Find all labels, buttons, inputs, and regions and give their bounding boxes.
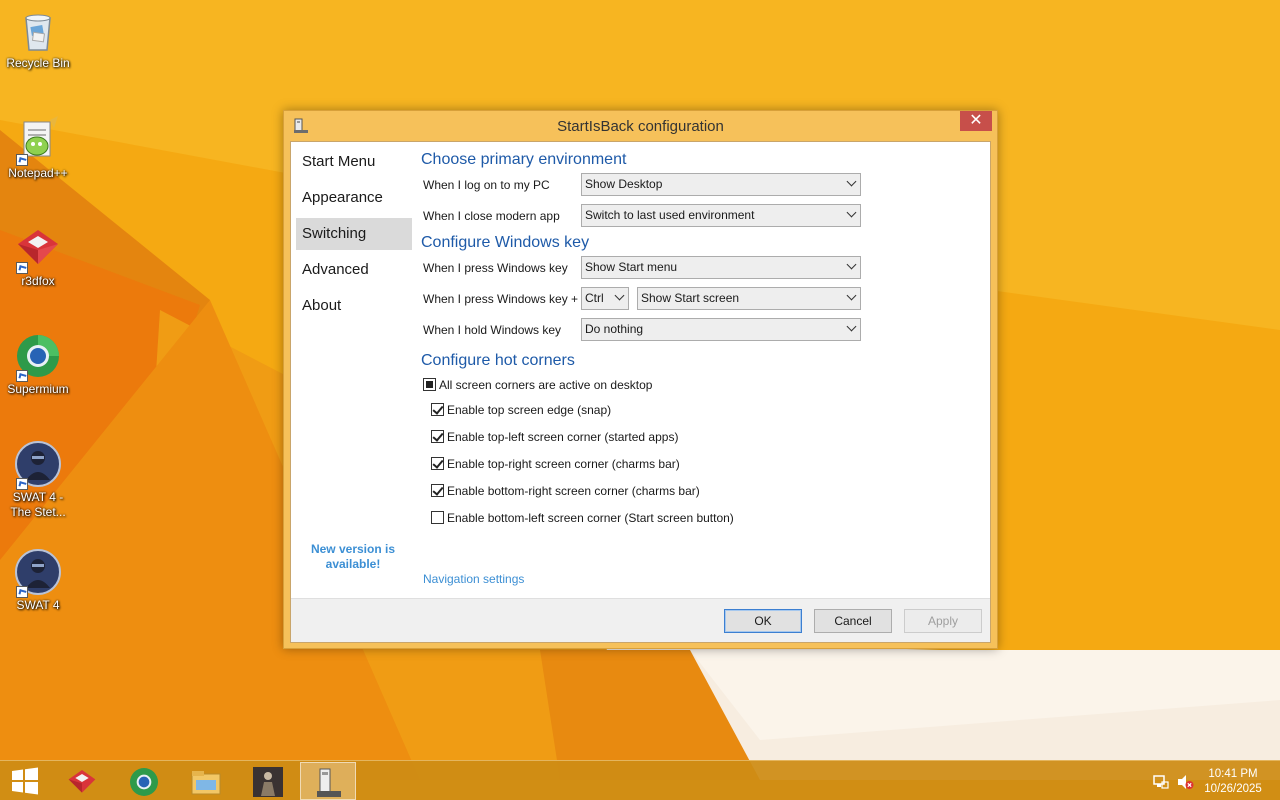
start-button[interactable]: [0, 761, 50, 800]
chevron-down-icon: [846, 259, 857, 270]
apply-button[interactable]: Apply: [904, 609, 982, 633]
press-windows-key-label: When I press Windows key: [423, 261, 568, 275]
desktop-icon-recycle-bin[interactable]: Recycle Bin: [2, 6, 74, 71]
close-icon: ✕: [969, 112, 983, 129]
shortcut-arrow-icon: [16, 586, 28, 598]
notepadpp-icon: [14, 116, 62, 166]
checkbox-label: Enable top screen edge (snap): [447, 403, 612, 417]
taskbar-file-explorer-button[interactable]: [178, 762, 234, 800]
clock-time: 10:41 PM: [1208, 768, 1258, 780]
combo-value: Show Desktop: [585, 177, 663, 191]
taskbar-r3dfox-button[interactable]: [54, 762, 110, 800]
combo-value: Show Start screen: [641, 291, 740, 305]
desktop-icon-label: Notepad++: [8, 166, 68, 180]
top-right-corner-checkbox[interactable]: [431, 457, 444, 470]
logon-environment-select[interactable]: Show Desktop: [581, 173, 861, 196]
press-windows-key-select[interactable]: Show Start menu: [581, 256, 861, 279]
close-button[interactable]: ✕: [960, 111, 992, 131]
desktop-icon-label: SWAT 4: [16, 598, 60, 612]
dialog-button-bar: OK Cancel Apply: [291, 598, 990, 642]
hold-windows-key-select[interactable]: Do nothing: [581, 318, 861, 341]
desktop-icon-label: Supermium: [7, 382, 69, 396]
file-explorer-icon: [191, 771, 221, 795]
bottom-right-corner-checkbox[interactable]: [431, 484, 444, 497]
swat4-icon: [14, 548, 62, 598]
bottom-left-corner-checkbox[interactable]: [431, 511, 444, 524]
supermium-icon: [14, 332, 62, 382]
taskbar-supermium-button[interactable]: [116, 762, 172, 800]
nav-item-start-menu[interactable]: Start Menu: [296, 146, 412, 178]
chevron-down-icon: [846, 207, 857, 218]
close-modern-app-select[interactable]: Switch to last used environment: [581, 204, 861, 227]
desktop-icon-swat4-stetchkov[interactable]: SWAT 4 - The Stet...: [2, 440, 74, 520]
shortcut-arrow-icon: [16, 154, 28, 166]
swat4-stetchkov-icon: [14, 440, 62, 490]
combo-value: Do nothing: [585, 322, 644, 336]
ok-button[interactable]: OK: [724, 609, 802, 633]
combo-value: Switch to last used environment: [585, 208, 755, 222]
hold-windows-key-label: When I hold Windows key: [423, 323, 562, 337]
chevron-down-icon: [846, 321, 857, 332]
checkbox-label: All screen corners are active on desktop: [439, 378, 653, 392]
chevron-down-icon: [846, 176, 857, 187]
modifier-key-select[interactable]: Ctrl: [581, 287, 629, 310]
start-icon: [12, 767, 38, 795]
nav-item-switching[interactable]: Switching: [296, 218, 412, 250]
desktop-icon-label: r3dfox: [21, 274, 55, 288]
logon-label: When I log on to my PC: [423, 178, 550, 192]
desktop-icon-supermium[interactable]: Supermium: [2, 332, 74, 397]
top-left-corner-checkbox[interactable]: [431, 430, 444, 443]
network-icon[interactable]: [1152, 773, 1170, 791]
taskbar-swat4-button[interactable]: [240, 762, 296, 800]
window-title: StartIsBack configuration: [557, 118, 724, 135]
checkbox-label: Enable bottom-left screen corner (Start …: [447, 511, 734, 525]
title-bar[interactable]: StartIsBack configuration ✕: [284, 111, 997, 141]
nav-item-advanced[interactable]: Advanced: [296, 254, 412, 286]
shortcut-arrow-icon: [16, 478, 28, 490]
section-heading-primary-environment: Choose primary environment: [421, 151, 627, 168]
recycle-bin-icon: [14, 6, 62, 54]
shortcut-arrow-icon: [16, 262, 28, 274]
checkbox-label: Enable top-left screen corner (started a…: [447, 430, 679, 444]
combo-value: Ctrl: [585, 291, 604, 305]
chevron-down-icon: [614, 290, 625, 301]
desktop-icon-r3dfox[interactable]: r3dfox: [2, 224, 74, 289]
top-edge-checkbox[interactable]: [431, 403, 444, 416]
startisback-config-window: StartIsBack configuration ✕ Start Menu A…: [283, 110, 998, 649]
r3dfox-icon: [14, 224, 62, 274]
press-windows-key-combo-label: When I press Windows key +: [423, 292, 579, 306]
clock-date: 10/26/2025: [1204, 783, 1262, 795]
swat4-icon: [253, 767, 283, 797]
r3dfox-icon: [68, 770, 96, 793]
desktop-icon-notepadpp[interactable]: Notepad++: [2, 116, 74, 181]
desktop-icon-label: SWAT 4 - The Stet...: [10, 490, 66, 519]
nav-item-about[interactable]: About: [296, 290, 412, 322]
combo-value: Show Start menu: [585, 260, 678, 274]
checkbox-label: Enable top-right screen corner (charms b…: [447, 457, 680, 471]
section-heading-windows-key: Configure Windows key: [421, 234, 590, 251]
supermium-icon: [130, 768, 158, 796]
new-version-link[interactable]: New version is available!: [301, 542, 405, 572]
all-corners-checkbox[interactable]: [423, 378, 436, 391]
cancel-button[interactable]: Cancel: [814, 609, 892, 633]
close-modern-app-label: When I close modern app: [423, 209, 560, 223]
checkbox-label: Enable bottom-right screen corner (charm…: [447, 484, 700, 498]
shortcut-arrow-icon: [16, 370, 28, 382]
taskbar-startisback-button[interactable]: [300, 762, 356, 800]
desktop-icon-label: Recycle Bin: [6, 56, 70, 70]
windows-key-combo-action-select[interactable]: Show Start screen: [637, 287, 861, 310]
nav-item-appearance[interactable]: Appearance: [296, 182, 412, 214]
startisback-icon: [317, 768, 341, 797]
desktop-icon-swat4[interactable]: SWAT 4: [2, 548, 74, 613]
section-heading-hot-corners: Configure hot corners: [421, 352, 575, 369]
volume-muted-icon[interactable]: [1176, 773, 1194, 791]
navigation-settings-link[interactable]: Navigation settings: [423, 572, 524, 586]
chevron-down-icon: [846, 290, 857, 301]
taskbar-clock[interactable]: 10:41 PM 10/26/2025: [1196, 767, 1270, 797]
dialog-client-area: Start Menu Appearance Switching Advanced…: [290, 141, 991, 643]
taskbar: 10:41 PM 10/26/2025: [0, 760, 1280, 800]
